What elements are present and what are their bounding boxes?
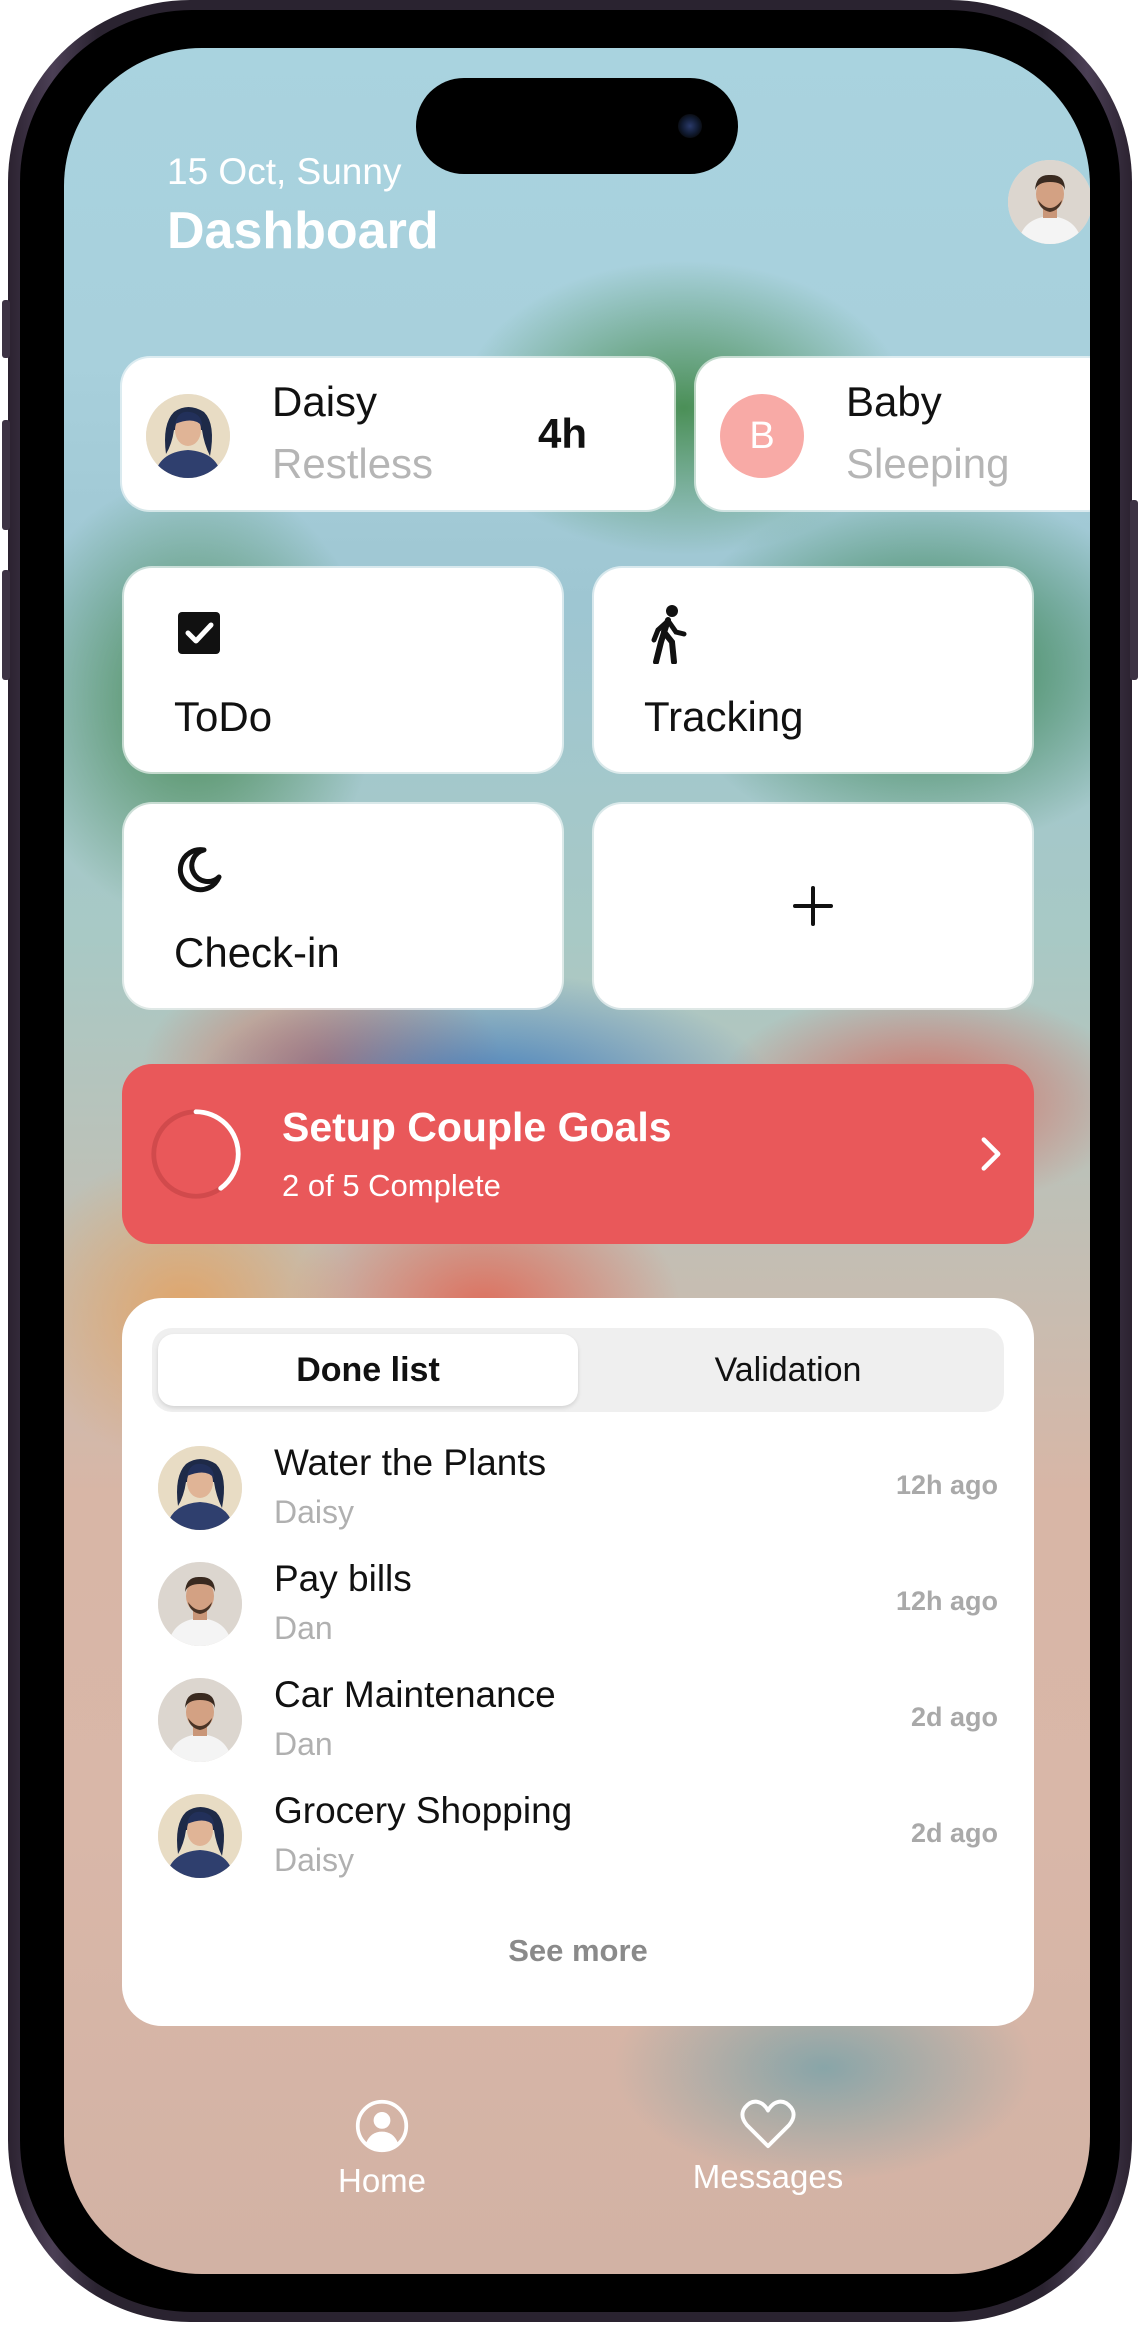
task-time: 2d ago <box>910 1818 998 1848</box>
status-name: Baby <box>846 378 942 425</box>
tile-tracking[interactable]: Tracking <box>594 568 1032 772</box>
daisy-avatar <box>146 394 230 478</box>
checkbox-icon <box>178 612 220 654</box>
task-person: Dan <box>274 1610 333 1646</box>
heart-icon <box>740 2099 796 2149</box>
phone-frame: 15 Oct, Sunny Dashboard Daisy Restless 4… <box>2 0 1138 2322</box>
segmented-control: Done list Validation <box>152 1328 1004 1412</box>
camera-icon <box>678 114 702 138</box>
task-person: Daisy <box>274 1494 355 1530</box>
dynamic-island <box>416 78 738 174</box>
tile-add[interactable] <box>594 804 1032 1008</box>
couple-goals-banner[interactable]: Setup Couple Goals 2 of 5 Complete <box>122 1064 1034 1244</box>
list-item[interactable]: Water the Plants Daisy 12h ago <box>158 1442 998 1542</box>
see-more-link[interactable]: See more <box>122 1933 1034 1969</box>
status-name: Daisy <box>272 378 378 425</box>
task-title: Car Maintenance <box>274 1674 556 1715</box>
status-card-baby[interactable]: B Baby Sleeping <box>696 358 1090 510</box>
daisy-avatar <box>158 1446 242 1530</box>
task-title: Pay bills <box>274 1558 412 1599</box>
tab-done-list[interactable]: Done list <box>158 1334 578 1406</box>
dan-avatar-icon <box>158 1562 242 1646</box>
list-item[interactable]: Grocery Shopping Daisy 2d ago <box>158 1790 998 1890</box>
task-person: Dan <box>274 1726 333 1762</box>
done-list-card: Done list Validation Water the Plants Da… <box>122 1298 1034 2026</box>
tile-label: ToDo <box>174 693 273 740</box>
screen: 15 Oct, Sunny Dashboard Daisy Restless 4… <box>64 48 1090 2274</box>
task-person: Daisy <box>274 1842 355 1878</box>
list-item[interactable]: Pay bills Dan 12h ago <box>158 1558 998 1658</box>
action-button <box>2 300 10 358</box>
daisy-avatar-icon <box>158 1446 242 1530</box>
profile-avatar[interactable] <box>1008 160 1090 244</box>
daisy-avatar <box>158 1794 242 1878</box>
nav-home[interactable]: Home <box>282 2098 482 2200</box>
volume-up-button <box>2 420 10 530</box>
dan-avatar-icon <box>158 1678 242 1762</box>
volume-down-button <box>2 570 10 680</box>
task-title: Water the Plants <box>274 1442 547 1483</box>
plus-icon <box>793 886 833 926</box>
power-button <box>1130 500 1138 680</box>
task-time: 12h ago <box>895 1586 998 1616</box>
status-duration: 4h <box>538 410 588 457</box>
nav-home-label: Home <box>337 2162 427 2199</box>
user-avatar-icon <box>1008 160 1090 244</box>
daisy-avatar-icon <box>146 394 230 478</box>
tab-validation[interactable]: Validation <box>578 1334 998 1406</box>
nav-messages[interactable]: Messages <box>668 2098 868 2196</box>
tile-check-in[interactable]: Check-in <box>124 804 562 1008</box>
status-state: Restless <box>272 440 434 487</box>
tile-label: Check-in <box>174 929 340 976</box>
status-card-daisy[interactable]: Daisy Restless 4h <box>122 358 674 510</box>
dan-avatar <box>158 1678 242 1762</box>
task-title: Grocery Shopping <box>274 1790 573 1831</box>
task-time: 12h ago <box>895 1470 998 1500</box>
user-circle-icon <box>355 2099 409 2153</box>
progress-ring <box>151 1109 241 1199</box>
walking-icon <box>651 605 687 664</box>
page-title: Dashboard <box>167 202 439 260</box>
date-weather: 15 Oct, Sunny <box>167 151 402 192</box>
goals-subtitle: 2 of 5 Complete <box>282 1168 501 1203</box>
tile-label: Tracking <box>644 693 804 740</box>
daisy-avatar-icon <box>158 1794 242 1878</box>
dan-avatar <box>158 1562 242 1646</box>
status-state: Sleeping <box>846 440 1010 487</box>
tile-todo[interactable]: ToDo <box>124 568 562 772</box>
chevron-right-icon <box>981 1137 1001 1171</box>
baby-avatar: B <box>720 394 804 478</box>
goals-title: Setup Couple Goals <box>282 1104 672 1150</box>
list-item[interactable]: Car Maintenance Dan 2d ago <box>158 1674 998 1774</box>
moon-icon <box>177 847 222 893</box>
task-time: 2d ago <box>910 1702 998 1732</box>
nav-messages-label: Messages <box>692 2158 844 2195</box>
